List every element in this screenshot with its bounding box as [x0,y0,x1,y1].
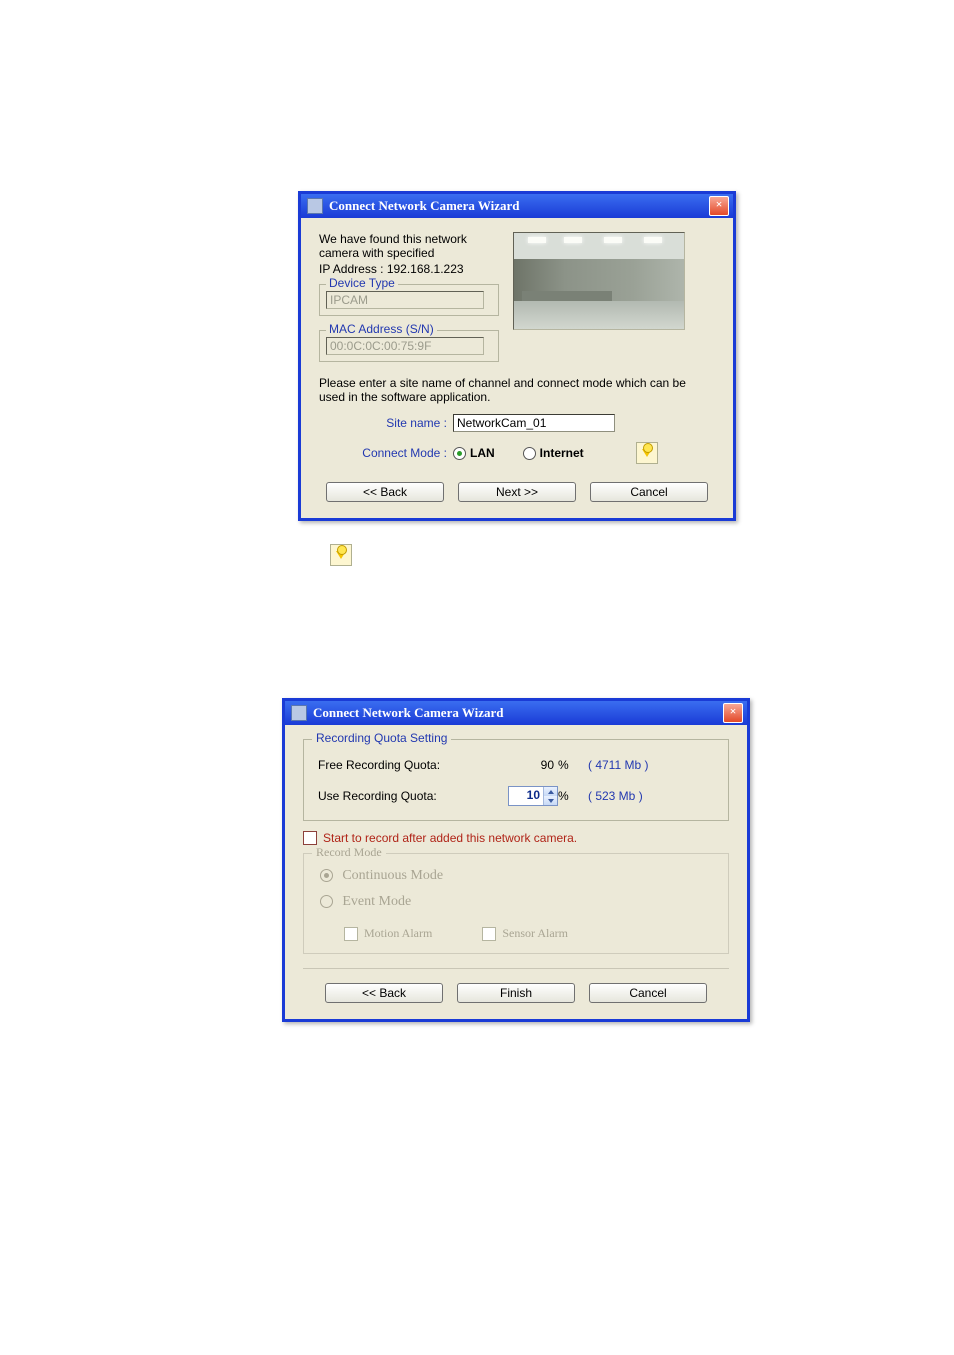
cancel-button[interactable]: Cancel [590,482,708,502]
quota-legend: Recording Quota Setting [312,731,451,745]
start-record-label: Start to record after added this network… [323,831,577,845]
mac-legend: MAC Address (S/N) [326,322,437,336]
window-title: Connect Network Camera Wizard [313,705,723,721]
cancel-button[interactable]: Cancel [589,983,707,1003]
back-button[interactable]: << Back [325,983,443,1003]
continuous-label: Continuous Mode [342,868,443,883]
app-icon [291,705,307,721]
start-record-checkbox[interactable] [303,831,317,845]
site-name-input[interactable] [453,414,615,432]
device-type-legend: Device Type [326,276,398,290]
instruction-text: Please enter a site name of channel and … [319,376,715,404]
app-icon [307,198,323,214]
titlebar[interactable]: Connect Network Camera Wizard × [285,698,747,725]
chevron-down-icon [548,799,554,803]
motion-checkbox [344,927,358,941]
free-quota-label: Free Recording Quota: [318,758,508,772]
sensor-label: Sensor Alarm [502,926,568,941]
camera-preview [513,232,685,330]
record-mode-legend: Record Mode [312,845,386,860]
internet-label: Internet [540,446,584,460]
chevron-up-icon [548,790,554,794]
finish-button[interactable]: Finish [457,983,575,1003]
wizard-dialog-quota: Connect Network Camera Wizard × Recordin… [282,698,750,1022]
next-button[interactable]: Next >> [458,482,576,502]
window-title: Connect Network Camera Wizard [329,198,709,214]
lan-radio[interactable] [453,447,466,460]
use-quota-value: 10 [509,787,543,805]
wizard-dialog-site: Connect Network Camera Wizard × We have … [298,191,736,521]
divider [303,968,729,969]
lightbulb-icon [336,551,346,559]
close-icon[interactable]: × [723,703,743,723]
percent-sign: % [554,789,576,803]
back-button[interactable]: << Back [326,482,444,502]
titlebar[interactable]: Connect Network Camera Wizard × [301,191,733,218]
motion-label: Motion Alarm [364,926,432,941]
percent-sign: % [558,758,576,772]
site-name-label: Site name : [319,416,453,430]
hint-button-standalone[interactable] [330,544,352,566]
lightbulb-icon [642,449,652,457]
free-quota-value: 90 [508,758,558,772]
lan-label: LAN [470,446,495,460]
found-text-1: We have found this network camera with s… [319,232,499,260]
record-mode-group: Record Mode Continuous Mode Event Mode M… [303,853,729,954]
connect-mode-label: Connect Mode : [319,446,453,460]
free-quota-mb: ( 4711 Mb ) [576,758,648,772]
event-radio [320,895,333,908]
device-type-field [326,291,484,309]
close-icon[interactable]: × [709,196,729,216]
hint-button[interactable] [636,442,658,464]
use-quota-mb: ( 523 Mb ) [576,789,643,803]
internet-radio[interactable] [523,447,536,460]
continuous-radio [320,869,333,882]
found-text-2: IP Address : 192.168.1.223 [319,262,499,276]
event-label: Event Mode [342,894,411,909]
use-quota-label: Use Recording Quota: [318,789,508,803]
use-quota-spinner[interactable]: 10 [508,786,558,806]
mac-field [326,337,484,355]
sensor-checkbox [482,927,496,941]
